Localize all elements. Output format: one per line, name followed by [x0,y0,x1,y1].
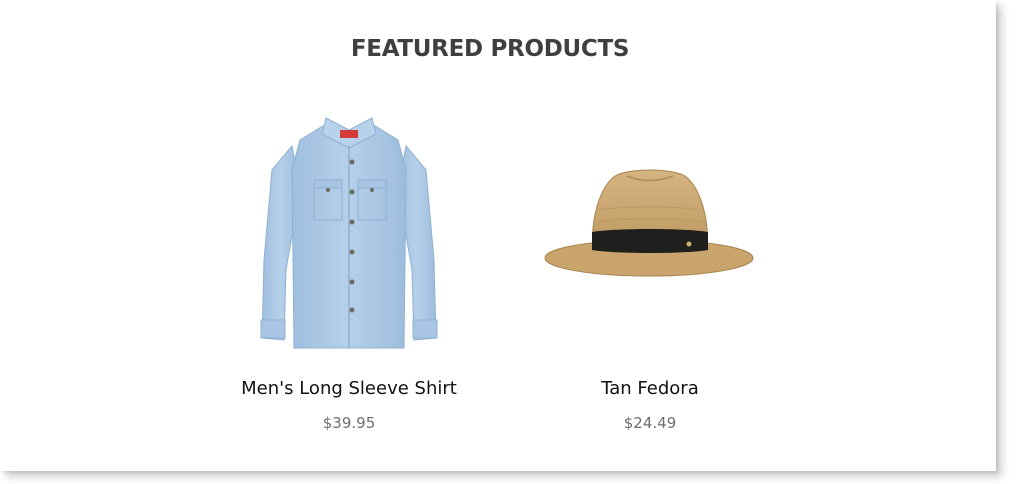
section-title: FEATURED PRODUCTS [350,36,630,62]
product-price: $24.49 [623,414,677,432]
shirt-icon [260,117,438,349]
product-name[interactable]: Tan Fedora [515,378,785,399]
product-image[interactable] [214,110,484,356]
product-price: $39.95 [322,414,376,432]
product-card[interactable]: Tan Fedora $24.49 [515,110,785,440]
product-image[interactable] [515,110,785,356]
fedora-icon [544,169,754,277]
product-card[interactable]: Men's Long Sleeve Shirt $39.95 [214,110,484,440]
product-name[interactable]: Men's Long Sleeve Shirt [214,378,484,399]
featured-products-panel: FEATURED PRODUCTS Men's Long Sleeve Shir… [0,0,996,471]
